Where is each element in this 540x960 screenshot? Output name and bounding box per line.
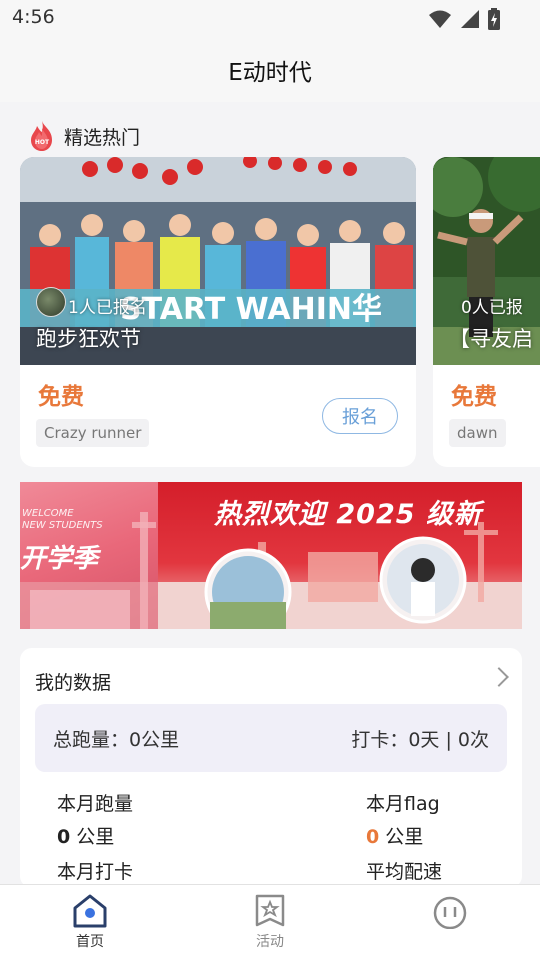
month-distance-label: 本月跑量 bbox=[57, 793, 134, 815]
signup-button[interactable]: 报名 bbox=[322, 398, 398, 434]
event-price: 免费 bbox=[38, 384, 84, 410]
event-card[interactable]: START WAHIN华 1人已报名 跑步狂欢节 免费 Crazy runner… bbox=[20, 157, 416, 467]
my-data-title: 我的数据 bbox=[35, 672, 112, 694]
bottom-nav: 首页 活动 bbox=[0, 884, 540, 960]
month-flag-label: 本月flag bbox=[366, 793, 440, 815]
nav-item-activity[interactable]: 活动 bbox=[230, 893, 310, 951]
featured-carousel[interactable]: START WAHIN华 1人已报名 跑步狂欢节 免费 Crazy runner… bbox=[0, 157, 540, 469]
event-price: 免费 bbox=[451, 384, 497, 410]
signal-icon bbox=[461, 10, 479, 28]
month-checkin-label: 本月打卡 bbox=[57, 861, 134, 883]
event-name: 跑步狂欢节 bbox=[36, 327, 141, 351]
app-header: E动时代 bbox=[0, 38, 540, 102]
nav-label-activity: 活动 bbox=[256, 934, 284, 950]
profile-icon bbox=[433, 896, 467, 929]
banner-season-text: 开学季 bbox=[20, 544, 99, 574]
event-tag: dawn bbox=[449, 419, 506, 447]
section-title: 精选热门 bbox=[64, 126, 141, 149]
status-icons bbox=[428, 8, 500, 30]
checkin-summary: 打卡：0天 | 0次 bbox=[351, 729, 489, 751]
chevron-right-icon[interactable] bbox=[489, 667, 509, 687]
month-flag-value: 0 公里 bbox=[366, 826, 424, 848]
svg-text:HOT: HOT bbox=[35, 139, 50, 146]
banner-headline: 热烈欢迎 2025 级新 bbox=[214, 499, 482, 530]
nav-item-home[interactable]: 首页 bbox=[50, 893, 130, 951]
promo-banner[interactable]: WELCOME NEW STUDENTS 开学季 热烈欢迎 2025 级新 bbox=[20, 482, 522, 629]
wifi-icon bbox=[429, 10, 451, 28]
featured-section-header: HOT 精选热门 bbox=[28, 120, 140, 152]
total-distance: 总跑量：0公里 bbox=[53, 729, 180, 751]
my-data-card[interactable]: 我的数据 总跑量：0公里 打卡：0天 | 0次 本月跑量 0 公里 本月flag… bbox=[20, 648, 522, 888]
status-bar: 4:56 bbox=[0, 0, 540, 38]
banner-slide-right: 热烈欢迎 2025 级新 bbox=[158, 482, 522, 629]
signup-count: 1人已报名 bbox=[68, 298, 147, 318]
signup-count: 0人已报 bbox=[461, 298, 523, 318]
nav-label-home: 首页 bbox=[76, 934, 104, 950]
run-summary: 总跑量：0公里 打卡：0天 | 0次 bbox=[35, 704, 507, 772]
avg-pace-label: 平均配速 bbox=[366, 861, 443, 883]
hot-flame-icon: HOT bbox=[31, 121, 52, 151]
event-card[interactable]: 0人已报 【寻友启 免费 dawn bbox=[433, 157, 540, 467]
nav-item-profile[interactable] bbox=[410, 893, 490, 931]
home-icon bbox=[73, 894, 107, 928]
status-time: 4:56 bbox=[12, 6, 55, 28]
event-tag: Crazy runner bbox=[36, 419, 150, 447]
page-title: E动时代 bbox=[228, 60, 312, 86]
participant-avatar bbox=[36, 287, 66, 317]
activity-icon bbox=[255, 894, 285, 927]
banner-slide-left: WELCOME NEW STUDENTS 开学季 bbox=[20, 482, 158, 629]
event-name: 【寻友启 bbox=[449, 327, 533, 351]
month-distance-value: 0 公里 bbox=[57, 826, 115, 848]
start-banner-text: START WAHIN华 bbox=[120, 292, 382, 327]
banner-welcome-text: WELCOME NEW STUDENTS bbox=[22, 508, 103, 531]
battery-icon bbox=[488, 8, 500, 30]
